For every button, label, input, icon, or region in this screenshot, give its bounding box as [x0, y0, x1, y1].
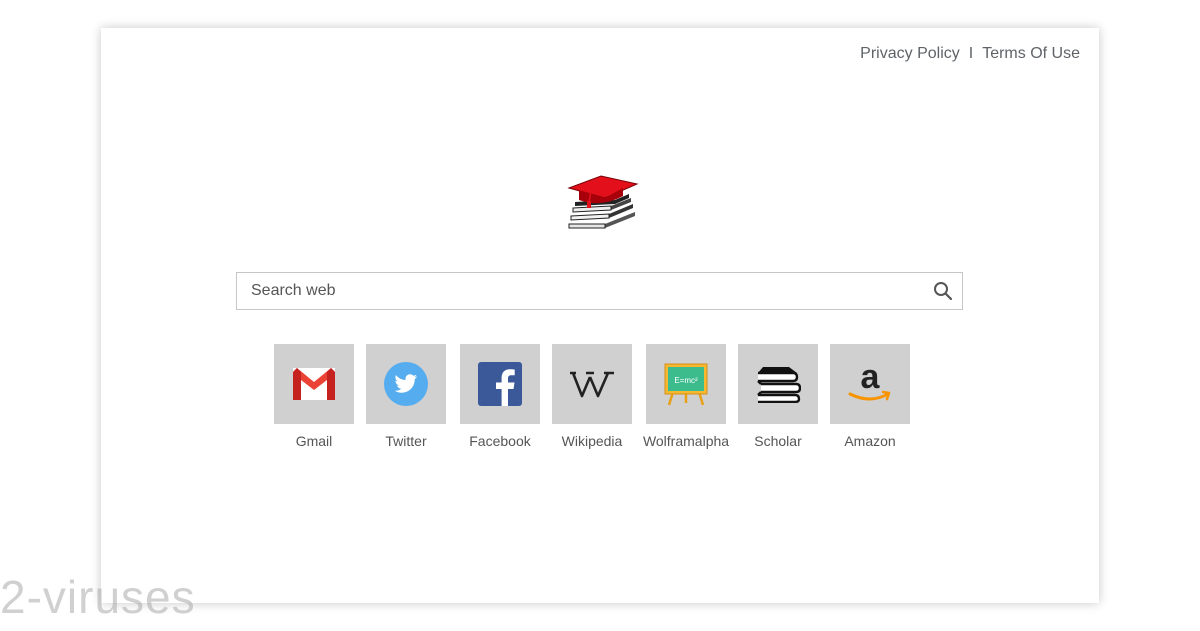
link-separator: I [968, 45, 974, 62]
shortcut-wikipedia[interactable]: Wikipedia [552, 344, 632, 449]
shortcut-scholar-box[interactable] [738, 344, 818, 424]
twitter-icon [384, 362, 428, 406]
shortcut-gmail[interactable]: Gmail [274, 344, 354, 449]
shortcut-twitter-box[interactable] [366, 344, 446, 424]
shortcut-wikipedia-box[interactable] [552, 344, 632, 424]
shortcut-amazon[interactable]: a Amazon [830, 344, 910, 449]
shortcut-label: Gmail [295, 433, 333, 449]
shortcut-label: Twitter [385, 433, 427, 449]
privacy-policy-link[interactable]: Privacy Policy [860, 45, 960, 63]
amazon-icon: a [848, 362, 891, 401]
top-links: Privacy Policy I Terms Of Use [860, 45, 1080, 63]
shortcut-label: Wolframalpha [642, 433, 730, 449]
svg-text:a: a [861, 362, 881, 396]
gmail-icon [293, 368, 335, 400]
search-input[interactable] [237, 273, 924, 309]
search-icon [934, 282, 953, 301]
shortcut-facebook-box[interactable] [460, 344, 540, 424]
shortcut-label: Wikipedia [561, 433, 623, 449]
shortcut-facebook[interactable]: Facebook [460, 344, 540, 449]
search-button[interactable] [924, 273, 962, 309]
search-box [236, 272, 963, 310]
shortcut-twitter[interactable]: Twitter [366, 344, 446, 449]
books-icon [757, 367, 801, 403]
facebook-icon [478, 362, 522, 406]
shortcut-label: Scholar [754, 433, 802, 449]
wikipedia-icon [570, 371, 614, 398]
shortcut-scholar[interactable]: Scholar [738, 344, 818, 449]
shortcut-tiles: Gmail Twitter Facebook Wikipedia E=mc² W… [274, 344, 922, 449]
shortcut-wolframalpha-box[interactable]: E=mc² [646, 344, 726, 424]
shortcut-label: Amazon [844, 433, 896, 449]
watermark: 2-viruses [0, 571, 196, 623]
svg-text:E=mc²: E=mc² [674, 376, 698, 385]
shortcut-wolframalpha[interactable]: E=mc² Wolframalpha [642, 344, 730, 449]
terms-of-use-link[interactable]: Terms Of Use [982, 45, 1080, 63]
shortcut-gmail-box[interactable] [274, 344, 354, 424]
graduation-cap-books-icon [565, 168, 639, 230]
shortcut-amazon-box[interactable]: a [830, 344, 910, 424]
page-container: Privacy Policy I Terms Of Use Search web… [101, 28, 1099, 603]
shortcut-label: Facebook [469, 433, 531, 449]
chalkboard-icon: E=mc² [664, 363, 708, 406]
